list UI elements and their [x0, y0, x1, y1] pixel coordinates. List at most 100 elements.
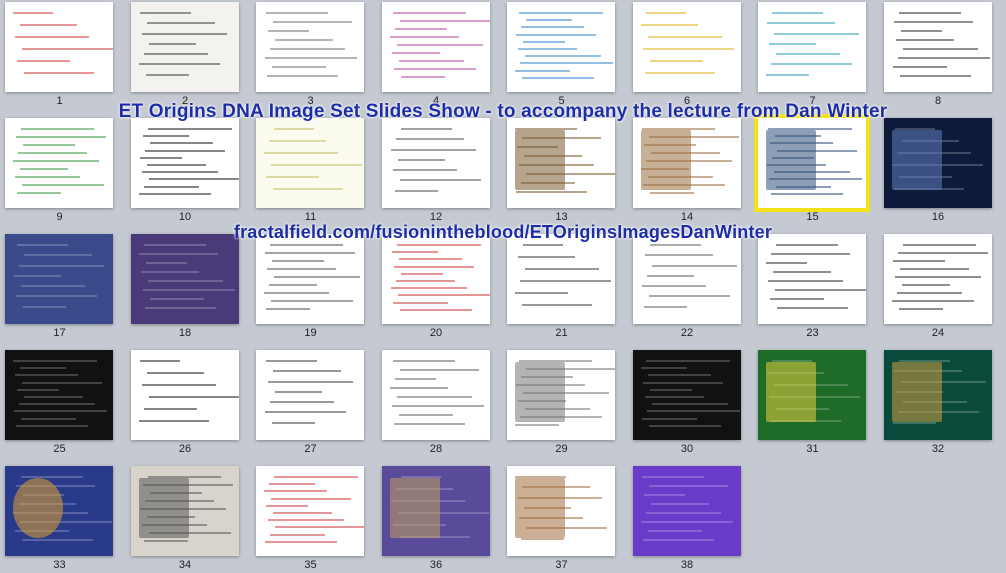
- slide-content-line: [644, 72, 715, 74]
- slide-content-line: [266, 12, 328, 14]
- slide-content-line: [266, 308, 310, 310]
- slide-thumbnail[interactable]: [256, 118, 364, 208]
- slide-content-line: [518, 48, 577, 50]
- slide-thumbnail[interactable]: [130, 350, 239, 440]
- slide-thumbnail[interactable]: [632, 466, 741, 556]
- slide-content-line: [139, 156, 182, 159]
- slide-content-line: [270, 533, 325, 536]
- slide-thumbnail[interactable]: [507, 350, 615, 440]
- slide-number: 17: [53, 327, 66, 339]
- slide-content-line: [143, 540, 188, 542]
- slide-number: 33: [53, 559, 66, 571]
- slide-cell: 28: [379, 342, 494, 457]
- slide-thumbnail[interactable]: [381, 118, 490, 208]
- slide-thumbnail[interactable]: [758, 350, 866, 440]
- slide-content-line: [143, 244, 206, 246]
- slide-number: 10: [178, 211, 192, 223]
- slide-number: 18: [178, 327, 192, 339]
- slide-content-line: [647, 36, 722, 38]
- slide-content-line: [898, 12, 961, 14]
- slide-thumbnail[interactable]: [5, 234, 113, 324]
- slide-content-line: [141, 171, 218, 174]
- slide-thumbnail[interactable]: [883, 2, 992, 92]
- slide-thumbnail[interactable]: [632, 234, 741, 324]
- slide-content-line: [265, 411, 346, 414]
- slide-thumbnail[interactable]: [130, 234, 239, 324]
- slide-content-line: [267, 75, 338, 77]
- slide-thumbnail[interactable]: [130, 466, 239, 556]
- slide-thumbnail[interactable]: [381, 466, 490, 556]
- slide-thumbnail[interactable]: [256, 2, 364, 92]
- slide-content-line: [19, 264, 104, 267]
- slide-thumbnail[interactable]: [5, 350, 113, 440]
- slide-content-line: [273, 188, 343, 190]
- slide-number: 37: [555, 559, 568, 571]
- slide-content-line: [15, 374, 78, 377]
- slide-thumbnail[interactable]: [883, 118, 992, 208]
- slide-content-line: [646, 410, 740, 413]
- slide-cell: 6: [630, 0, 745, 109]
- slide-number: 7: [809, 95, 816, 107]
- slide-content-line: [146, 164, 206, 166]
- slide-content-line: [268, 519, 344, 522]
- slide-cell: 25: [2, 342, 117, 457]
- slide-number: 23: [806, 327, 819, 339]
- slide-content-line: [19, 403, 95, 406]
- slide-thumbnail[interactable]: [632, 2, 741, 92]
- slide-thumbnail[interactable]: [507, 2, 615, 92]
- slide-content-line: [273, 21, 352, 23]
- slide-thumbnail[interactable]: [130, 2, 239, 92]
- slide-cell: 21: [504, 226, 619, 341]
- slide-thumbnail[interactable]: [381, 234, 490, 324]
- slide-thumbnail[interactable]: [758, 2, 866, 92]
- slide-content-line: [775, 289, 866, 291]
- slide-thumbnail[interactable]: [5, 118, 113, 208]
- slide-content-line: [897, 252, 988, 254]
- slide-thumbnail[interactable]: [5, 466, 113, 556]
- slide-thumbnail[interactable]: [256, 234, 364, 324]
- slide-content-line: [265, 57, 357, 59]
- slide-thumbnail[interactable]: [256, 466, 364, 556]
- slide-content-line: [146, 22, 215, 25]
- slide-thumbnail[interactable]: [5, 2, 113, 92]
- slide-content-line: [516, 33, 596, 36]
- slide-content-line: [398, 414, 453, 416]
- slide-content-line: [15, 176, 80, 178]
- slide-content-line: [516, 191, 587, 193]
- slide-content-line: [270, 244, 343, 246]
- slide-content-line: [148, 42, 196, 45]
- slide-thumbnail[interactable]: [507, 118, 615, 208]
- slide-content-line: [269, 284, 317, 286]
- slide-thumbnail[interactable]: [758, 234, 866, 324]
- slide-number: 11: [304, 211, 317, 223]
- slide-cell: 9: [2, 110, 117, 225]
- slide-number: 31: [806, 443, 819, 455]
- slide-thumbnail[interactable]: [381, 350, 490, 440]
- slide-thumbnail[interactable]: [883, 234, 992, 324]
- slide-content-line: [273, 370, 341, 373]
- slide-thumbnail[interactable]: [381, 2, 490, 92]
- slide-content-line: [271, 164, 362, 166]
- slide-content-line: [17, 60, 70, 62]
- slide-content-line: [770, 298, 824, 300]
- slide-thumbnail[interactable]: [632, 350, 741, 440]
- slide-thumbnail[interactable]: [883, 350, 992, 440]
- slide-content-line: [143, 408, 197, 410]
- slide-thumbnail[interactable]: [507, 234, 615, 324]
- slide-thumbnail[interactable]: [754, 114, 870, 212]
- slide-content-line: [640, 24, 698, 26]
- slide-thumbnail[interactable]: [632, 118, 741, 208]
- slide-content-line: [771, 63, 852, 66]
- slide-content-line: [17, 192, 61, 194]
- slide-content-line: [649, 60, 703, 62]
- slide-content-line: [14, 274, 61, 277]
- slide-content-line: [901, 284, 950, 286]
- slide-content-line: [139, 12, 191, 14]
- slide-thumbnail[interactable]: [256, 350, 364, 440]
- slide-thumbnail[interactable]: [507, 466, 615, 556]
- slide-number: 38: [680, 559, 694, 571]
- slide-content-line: [644, 396, 704, 398]
- slide-image-block: [891, 130, 942, 190]
- slide-thumbnail[interactable]: [130, 118, 239, 208]
- slide-content-line: [141, 384, 216, 386]
